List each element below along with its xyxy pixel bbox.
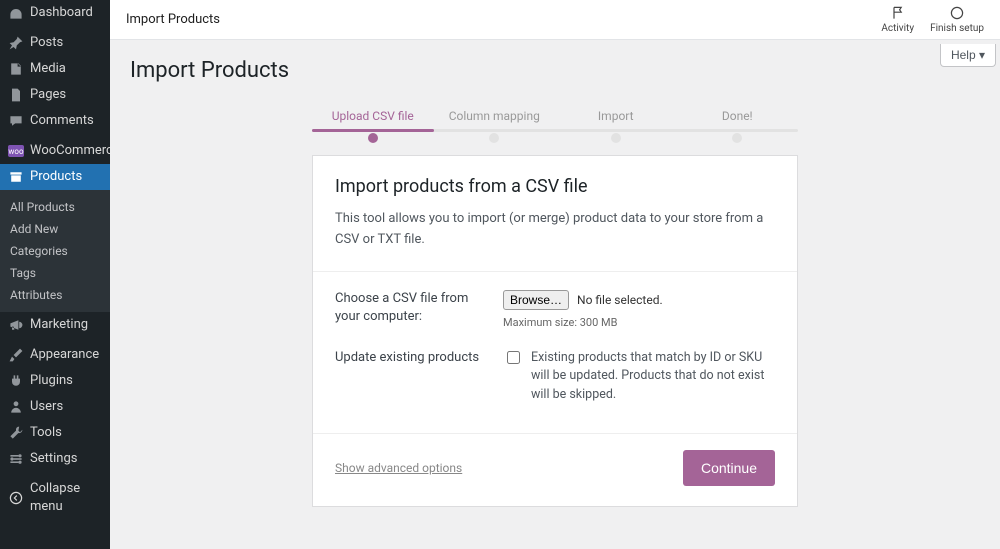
step-dot [732,133,742,143]
sidebar-label: Posts [30,34,63,52]
topbar: Import Products Activity Finish setup [110,0,1000,40]
woo-icon: woo [8,145,24,157]
card-description: This tool allows you to import (or merge… [335,209,775,251]
sidebar-item-media[interactable]: Media [0,56,110,82]
page-icon [8,87,24,103]
sidebar-item-marketing[interactable]: Marketing [0,312,110,338]
sidebar-label: Plugins [30,372,73,390]
finish-setup-label: Finish setup [930,23,984,34]
step-import: Import [555,109,677,133]
update-checkbox[interactable] [507,351,520,364]
sidebar-item-settings[interactable]: Settings [0,446,110,472]
sidebar-item-posts[interactable]: Posts [0,30,110,56]
update-description: Existing products that match by ID or SK… [531,349,775,405]
update-row: Update existing products Existing produc… [335,349,775,405]
sidebar-label: Users [30,398,63,416]
step-label: Import [555,109,677,123]
plug-icon [8,373,24,389]
sidebar-label: Media [30,60,66,78]
brush-icon [8,347,24,363]
megaphone-icon [8,317,24,333]
file-row: Choose a CSV file from your computer: Br… [335,290,775,329]
submenu-add-new[interactable]: Add New [0,218,110,240]
products-submenu: All Products Add New Categories Tags Att… [0,190,110,312]
sidebar-label: Products [30,168,82,186]
progress-stepper: Upload CSV file Column mapping Import Do… [312,101,798,141]
sidebar-label: Tools [30,424,62,442]
step-upload: Upload CSV file [312,109,434,133]
dashboard-icon [8,5,24,21]
sidebar-item-appearance[interactable]: Appearance [0,342,110,368]
sidebar-label: Settings [30,450,77,468]
card-title: Import products from a CSV file [335,176,775,197]
collapse-icon [8,490,24,506]
sidebar-item-comments[interactable]: Comments [0,108,110,134]
card-body: Choose a CSV file from your computer: Br… [313,272,797,433]
sidebar-label: Dashboard [30,4,93,22]
submenu-attributes[interactable]: Attributes [0,284,110,306]
finish-setup-button[interactable]: Finish setup [930,5,984,34]
step-mapping: Column mapping [434,109,556,133]
activity-button[interactable]: Activity [881,5,914,34]
pin-icon [8,35,24,51]
step-label: Done! [677,109,799,123]
activity-label: Activity [881,23,914,34]
sidebar-label: Pages [30,86,66,104]
submenu-categories[interactable]: Categories [0,240,110,262]
submenu-all-products[interactable]: All Products [0,196,110,218]
sidebar-label: Comments [30,112,94,130]
step-done: Done! [677,109,799,133]
update-checkbox-wrapper[interactable]: Existing products that match by ID or SK… [503,349,775,405]
step-label: Column mapping [434,109,556,123]
sidebar-item-plugins[interactable]: Plugins [0,368,110,394]
sidebar-item-dashboard[interactable]: Dashboard [0,0,110,26]
sidebar-collapse[interactable]: Collapse menu [0,476,110,520]
topbar-title: Import Products [126,12,220,27]
help-button[interactable]: Help ▾ [940,44,996,67]
comment-icon [8,113,24,129]
archive-icon [8,169,24,185]
sidebar-item-users[interactable]: Users [0,394,110,420]
settings-icon [8,451,24,467]
max-size-note: Maximum size: 300 MB [503,316,775,329]
continue-button[interactable]: Continue [683,450,775,486]
wrench-icon [8,425,24,441]
import-card: Import products from a CSV file This too… [312,155,798,507]
card-footer: Show advanced options Continue [313,433,797,506]
card-header: Import products from a CSV file This too… [313,156,797,272]
flag-icon [890,5,906,21]
sidebar-item-woocommerce[interactable]: woo WooCommerce [0,138,110,164]
main-area: Import Products Activity Finish setup He… [110,0,1000,549]
browse-button[interactable]: Browse… [503,290,569,310]
advanced-options-link[interactable]: Show advanced options [335,461,462,475]
user-icon [8,399,24,415]
content: Help ▾ Import Products Upload CSV file C… [110,40,1000,519]
page-title: Import Products [130,58,980,83]
file-label: Choose a CSV file from your computer: [335,290,485,326]
step-dot [489,133,499,143]
step-dot [611,133,621,143]
sidebar-item-pages[interactable]: Pages [0,82,110,108]
sidebar-label: Appearance [30,346,99,364]
step-label: Upload CSV file [312,109,434,123]
sidebar-label: Collapse menu [30,480,102,516]
file-status: No file selected. [577,293,663,307]
step-dot [368,133,378,143]
sidebar-label: Marketing [30,316,88,334]
admin-sidebar: Dashboard Posts Media Pages Comments woo [0,0,110,549]
sidebar-label: WooCommerce [30,142,120,160]
media-icon [8,61,24,77]
update-label: Update existing products [335,349,485,367]
submenu-tags[interactable]: Tags [0,262,110,284]
sidebar-item-tools[interactable]: Tools [0,420,110,446]
circle-icon [949,5,965,21]
sidebar-item-products[interactable]: Products [0,164,110,190]
